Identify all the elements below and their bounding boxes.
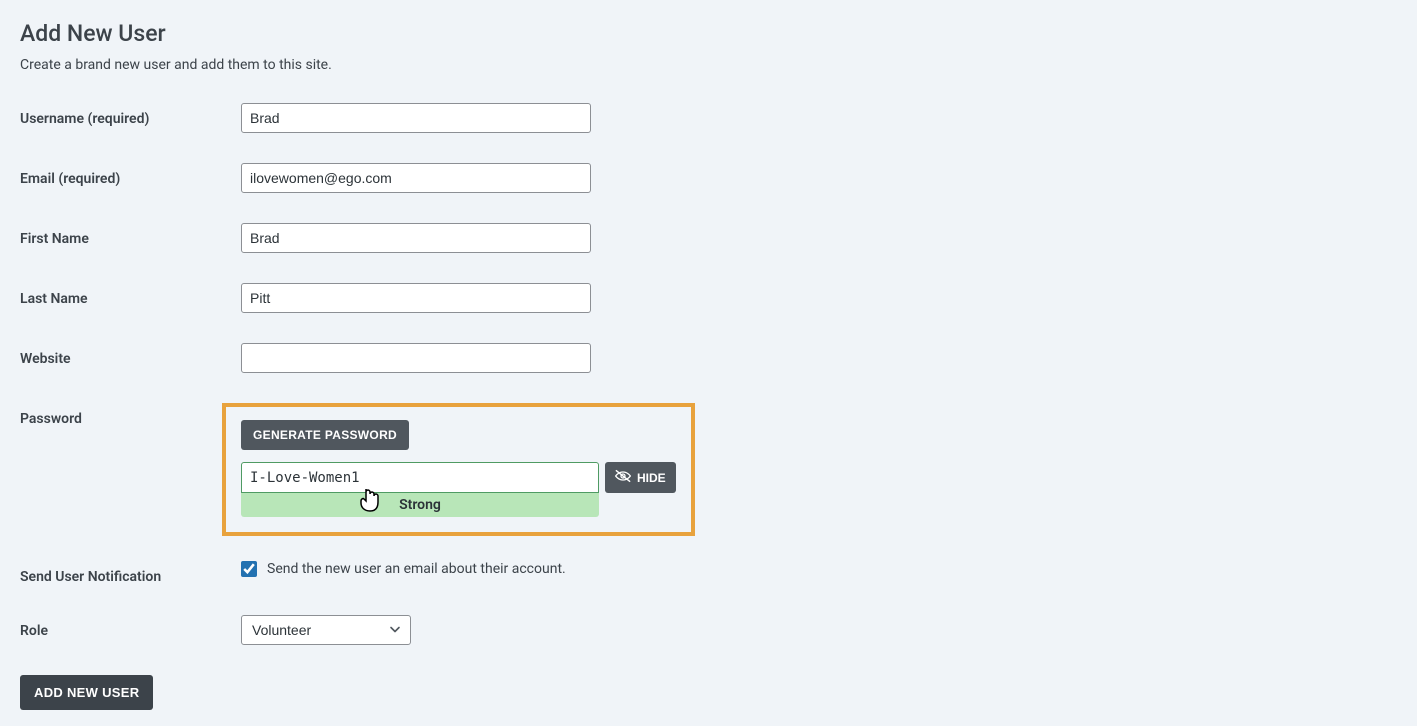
password-input[interactable] <box>241 462 599 493</box>
hide-password-button[interactable]: HIDE <box>605 462 676 493</box>
role-select[interactable]: Volunteer <box>241 615 411 645</box>
role-label: Role <box>20 615 241 639</box>
first-name-input[interactable] <box>241 223 591 253</box>
send-notification-label: Send User Notification <box>20 561 241 585</box>
password-strength-indicator: Strong <box>241 493 599 517</box>
website-label: Website <box>20 343 241 367</box>
email-input[interactable] <box>241 163 591 193</box>
generate-password-button[interactable]: GENERATE PASSWORD <box>241 420 409 450</box>
page-subtitle: Create a brand new user and add them to … <box>20 57 1397 73</box>
add-new-user-button[interactable]: ADD NEW USER <box>20 675 153 710</box>
first-name-label: First Name <box>20 223 241 247</box>
password-label: Password <box>20 403 241 427</box>
eye-slash-icon <box>615 469 631 486</box>
send-notification-checkbox[interactable] <box>241 561 257 577</box>
password-highlight-box: GENERATE PASSWORD Strong HIDE <box>222 403 695 536</box>
last-name-label: Last Name <box>20 283 241 307</box>
last-name-input[interactable] <box>241 283 591 313</box>
hide-button-label: HIDE <box>637 471 666 485</box>
page-title: Add New User <box>20 20 1397 47</box>
username-label: Username (required) <box>20 103 241 127</box>
website-input[interactable] <box>241 343 591 373</box>
username-input[interactable] <box>241 103 591 133</box>
send-notification-text: Send the new user an email about their a… <box>267 561 566 577</box>
email-label: Email (required) <box>20 163 241 187</box>
